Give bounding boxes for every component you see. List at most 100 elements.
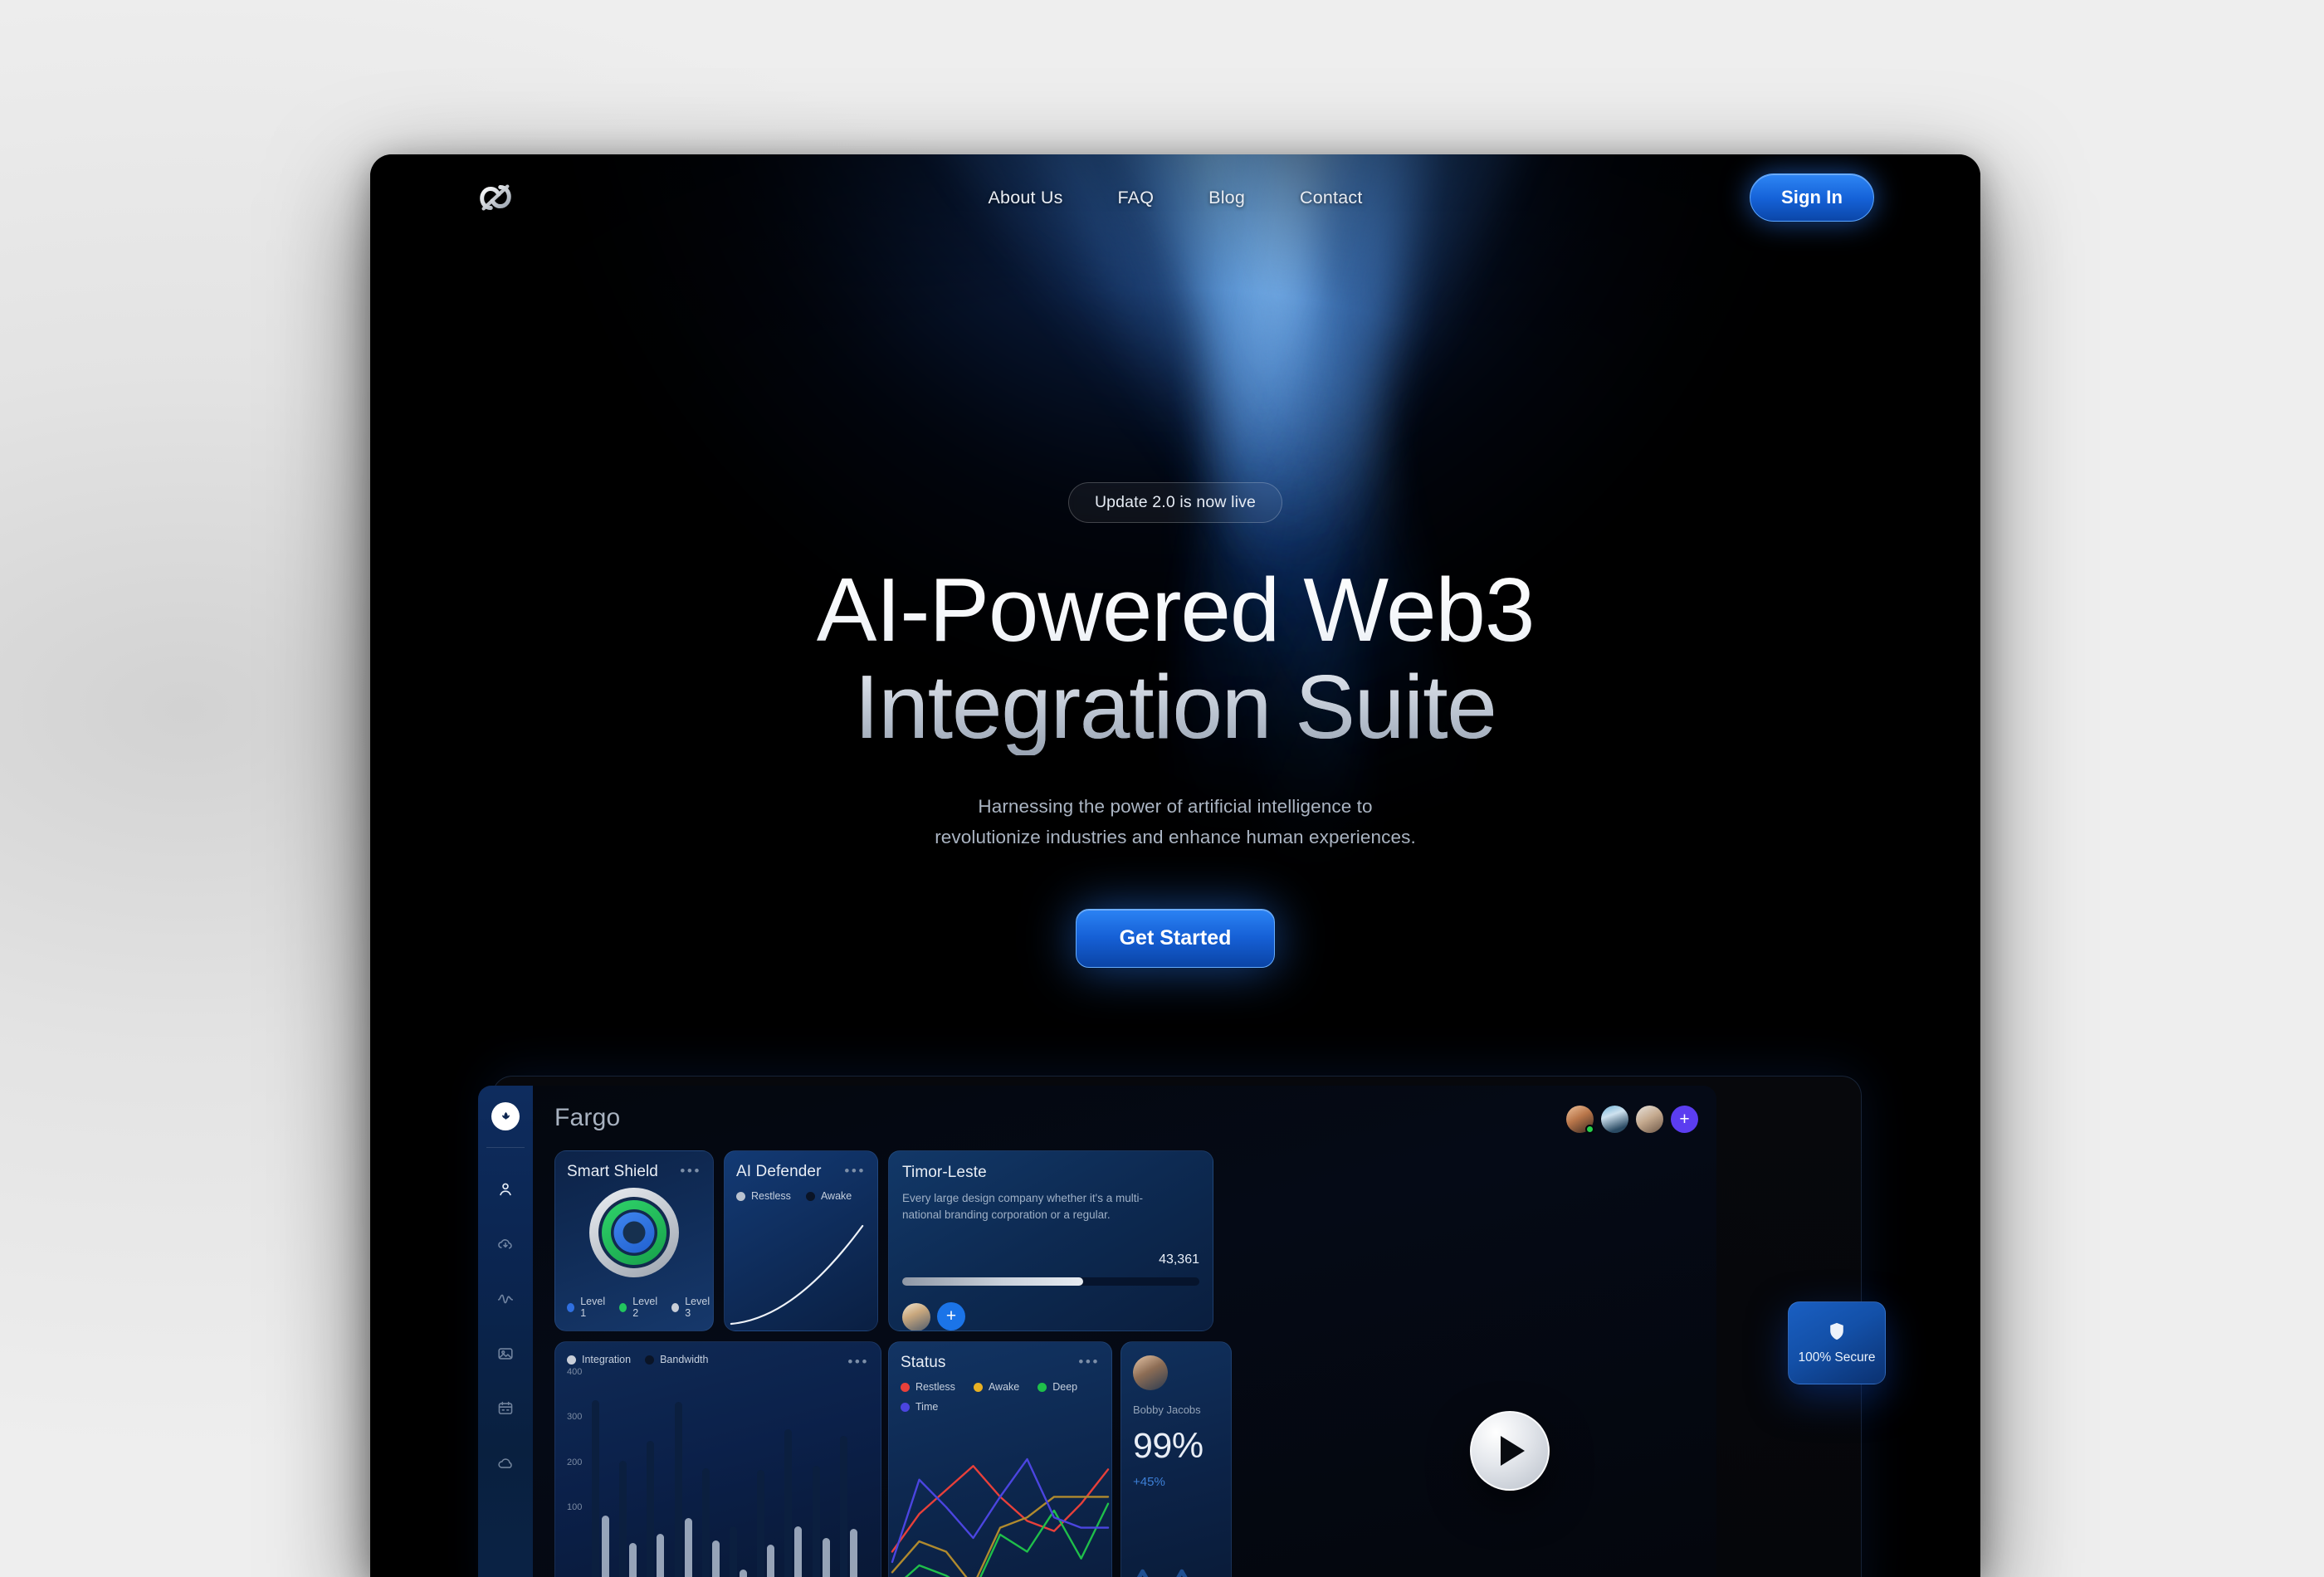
bar <box>757 1470 765 1577</box>
bar <box>647 1440 655 1577</box>
shield-legend: Level 1 Level 2 Level 3 <box>567 1296 713 1319</box>
bar-group <box>674 1402 692 1577</box>
bar <box>684 1517 692 1577</box>
bar <box>730 1526 737 1577</box>
card-profile[interactable]: Bobby Jacobs 99% +45% <box>1120 1341 1232 1577</box>
bar <box>629 1542 637 1577</box>
hero-title-line-2: Integration Suite <box>370 658 1980 756</box>
bar-group <box>701 1467 720 1577</box>
site-canvas: About Us FAQ Blog Contact Sign In Update… <box>370 154 1980 1577</box>
legend-label: Awake <box>988 1381 1020 1393</box>
sidebar-item-image[interactable] <box>487 1335 524 1372</box>
sign-in-button[interactable]: Sign In <box>1749 173 1874 222</box>
y-axis-tick: 100 <box>567 1502 583 1513</box>
bar <box>794 1526 803 1577</box>
bar-group <box>784 1429 803 1577</box>
card-timor-leste[interactable]: Timor-Leste Every large design company w… <box>888 1150 1213 1331</box>
bar <box>812 1465 820 1577</box>
hero-subtitle: Harnessing the power of artificial intel… <box>370 792 1980 852</box>
avatar[interactable] <box>1566 1106 1594 1134</box>
add-person-button[interactable]: + <box>937 1302 965 1330</box>
bar-group <box>757 1470 775 1577</box>
nav-link-blog[interactable]: Blog <box>1208 188 1245 208</box>
hero-subtitle-line-2: revolutionize industries and enhance hum… <box>935 826 1416 847</box>
profile-sparkline <box>1136 1569 1188 1577</box>
sidebar-divider <box>486 1147 525 1148</box>
status-line-chart <box>891 1457 1110 1577</box>
nav-link-about-us[interactable]: About Us <box>988 188 1062 208</box>
get-started-button[interactable]: Get Started <box>1075 909 1276 969</box>
legend-item: Deep <box>1038 1381 1077 1393</box>
avatar[interactable] <box>902 1302 930 1330</box>
avatar[interactable] <box>1601 1106 1628 1133</box>
bar-group <box>839 1436 857 1577</box>
progress-bar[interactable] <box>902 1277 1199 1286</box>
bar <box>740 1570 747 1577</box>
card-menu-icon[interactable]: ••• <box>1078 1354 1100 1370</box>
bar <box>822 1538 830 1577</box>
line-series-restless <box>891 1465 1110 1553</box>
sidebar-item-user[interactable] <box>487 1171 524 1208</box>
bar <box>592 1399 599 1577</box>
bar <box>657 1533 665 1577</box>
sidebar-item-calendar[interactable] <box>487 1390 524 1427</box>
dashboard-preview: Fargo + Smart Shield ••• Level 1 Level 2… <box>478 1086 1716 1577</box>
infinity-link-logo-icon[interactable] <box>476 178 515 217</box>
legend-item: Level 1 <box>567 1296 608 1319</box>
card-ai-defender[interactable]: AI Defender ••• Restless Awake <box>724 1150 878 1331</box>
y-axis-tick: 400 <box>567 1366 583 1377</box>
hero-title-line-1: AI-Powered Web3 <box>816 559 1535 661</box>
line-series-deep <box>904 1502 1110 1577</box>
update-badge[interactable]: Update 2.0 is now live <box>1067 482 1283 523</box>
profile-percent: 99% <box>1133 1426 1204 1466</box>
secure-badge: 100% Secure <box>1788 1301 1886 1384</box>
sidebar-item-activity[interactable] <box>487 1281 524 1317</box>
card-bandwidth[interactable]: Integration Bandwidth ••• 100 200 300 400 <box>554 1341 881 1577</box>
sidebar-item-cloud-download[interactable] <box>487 1226 524 1262</box>
legend-label: Integration <box>582 1354 632 1365</box>
bandwidth-bar-chart: 100 200 300 400 <box>567 1367 872 1577</box>
play-icon <box>1501 1436 1525 1466</box>
team-avatars: + <box>1566 1106 1698 1134</box>
legend-item: Level 2 <box>619 1296 661 1319</box>
card-menu-icon[interactable]: ••• <box>680 1163 701 1179</box>
bar <box>784 1429 793 1577</box>
bar <box>701 1467 710 1577</box>
legend-item: Time <box>901 1401 938 1413</box>
card-status[interactable]: Status ••• Restless Awake Deep Time <box>888 1341 1112 1577</box>
shield-icon <box>1830 1322 1843 1340</box>
avatar[interactable] <box>1636 1106 1663 1133</box>
status-legend: Restless Awake Deep Time <box>901 1381 1088 1413</box>
bar-group <box>730 1526 747 1577</box>
play-button[interactable] <box>1470 1411 1550 1491</box>
bar-group <box>647 1440 665 1577</box>
bar-group <box>812 1465 830 1577</box>
avatar[interactable] <box>1133 1355 1168 1390</box>
page-title: AI-Powered Web3 Integration Suite <box>370 562 1980 755</box>
card-menu-icon[interactable]: ••• <box>847 1354 869 1370</box>
secure-label: 100% Secure <box>1798 1350 1876 1365</box>
nav-link-contact[interactable]: Contact <box>1300 188 1363 208</box>
card-smart-shield[interactable]: Smart Shield ••• Level 1 Level 2 Level 3 <box>554 1150 714 1331</box>
hero-subtitle-line-1: Harnessing the power of artificial intel… <box>978 796 1373 818</box>
leaf-logo-icon[interactable] <box>491 1102 520 1130</box>
sidebar-item-cloud[interactable] <box>487 1445 524 1482</box>
card-menu-icon[interactable]: ••• <box>844 1163 866 1179</box>
legend-label: Time <box>915 1401 939 1413</box>
top-navigation: About Us FAQ Blog Contact Sign In <box>370 154 1980 241</box>
progress-bar-fill <box>902 1277 1084 1286</box>
card-title-status: Status <box>901 1354 946 1371</box>
timor-value: 43,361 <box>1159 1252 1199 1267</box>
hero-section: Update 2.0 is now live AI-Powered Web3 I… <box>370 154 1980 969</box>
timor-people: + <box>902 1302 965 1330</box>
nav-link-faq[interactable]: FAQ <box>1118 188 1155 208</box>
bar <box>619 1461 627 1577</box>
legend-label: Restless <box>915 1381 955 1393</box>
bar-group <box>592 1399 609 1577</box>
dashboard-title: Fargo <box>554 1104 621 1131</box>
legend-label: Level 2 <box>632 1296 658 1319</box>
add-member-button[interactable]: + <box>1671 1106 1698 1133</box>
card-title-timor-leste: Timor-Leste <box>902 1164 987 1181</box>
bar-group <box>619 1461 637 1577</box>
y-axis-tick: 200 <box>567 1457 583 1467</box>
